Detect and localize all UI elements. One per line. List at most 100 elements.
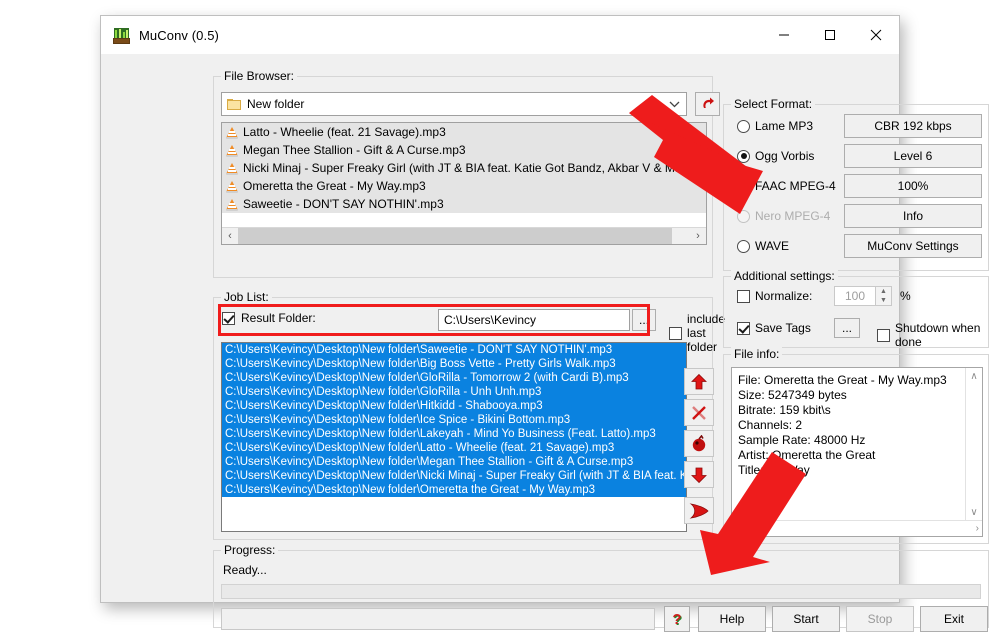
vlc-cone-icon — [226, 180, 238, 193]
bomb-icon — [692, 434, 706, 451]
scroll-up-icon[interactable]: ∧ — [966, 368, 982, 384]
file-browser-group: File Browser: New folder Latto - Wheelie… — [213, 69, 720, 278]
maximize-icon — [825, 30, 835, 40]
percent-button[interactable]: 100% — [844, 174, 982, 198]
info-button[interactable]: Info — [844, 204, 982, 228]
normalize-stepper[interactable]: ▲ ▼ — [876, 286, 892, 306]
clear-button[interactable] — [684, 430, 714, 457]
file-list-item-label: Omeretta the Great - My Way.mp3 — [243, 179, 426, 193]
format-option-wave[interactable]: WAVE — [732, 239, 789, 253]
file-browser-list[interactable]: Latto - Wheelie (feat. 21 Savage).mp3 Me… — [221, 122, 707, 245]
move-down-button[interactable] — [684, 461, 714, 488]
job-list-item[interactable]: C:\Users\Kevincy\Desktop\New folder\Nick… — [222, 469, 686, 483]
window-titlebar: MuConv (0.5) — [101, 16, 899, 55]
job-list-item[interactable]: C:\Users\Kevincy\Desktop\New folder\Mega… — [222, 455, 686, 469]
exit-button[interactable]: Exit — [920, 606, 988, 632]
save-tags-browse-button[interactable]: ... — [834, 318, 860, 338]
format-option-lame-mp3[interactable]: Lame MP3 — [732, 119, 813, 133]
scroll-left-icon[interactable]: ‹ — [222, 228, 238, 244]
normalize-checkbox[interactable] — [737, 289, 750, 303]
radio-lame-mp3[interactable] — [737, 119, 750, 133]
minimize-button[interactable] — [761, 16, 807, 54]
move-up-button[interactable] — [684, 368, 714, 395]
format-label-ogg-vorbis: Ogg Vorbis — [755, 149, 815, 163]
job-list-item[interactable]: C:\Users\Kevincy\Desktop\New folder\Omer… — [222, 483, 686, 497]
normalize-row[interactable]: Normalize: — [732, 289, 812, 303]
radio-ogg-vorbis[interactable] — [737, 149, 750, 163]
job-tools-column — [684, 368, 714, 528]
job-list-item[interactable]: C:\Users\Kevincy\Desktop\New folder\Lake… — [222, 427, 686, 441]
scroll-right-icon[interactable]: › — [976, 523, 979, 534]
scroll-down-icon[interactable]: ∨ — [966, 504, 982, 520]
progress-legend: Progress: — [221, 543, 279, 557]
scroll-right-icon[interactable]: › — [690, 228, 706, 244]
file-info-line: Sample Rate: 48000 Hz — [738, 433, 866, 447]
result-folder-highlight-box — [218, 304, 650, 336]
additional-settings-legend: Additional settings: — [731, 269, 838, 283]
include-last-folder-checkbox[interactable] — [669, 326, 682, 340]
folder-combobox[interactable]: New folder — [221, 92, 687, 116]
add-to-job-button[interactable] — [684, 497, 714, 524]
format-option-faac-mpeg4[interactable]: FAAC MPEG-4 — [732, 179, 836, 193]
radio-wave[interactable] — [737, 239, 750, 253]
format-option-ogg-vorbis[interactable]: Ogg Vorbis — [732, 149, 814, 163]
job-list-item[interactable]: C:\Users\Kevincy\Desktop\New folder\Latt… — [222, 441, 686, 455]
maximize-button[interactable] — [807, 16, 853, 54]
job-list-item[interactable]: C:\Users\Kevincy\Desktop\New folder\Sawe… — [222, 343, 686, 357]
stop-button: Stop — [846, 606, 914, 632]
help-question-button[interactable]: ? — [664, 606, 690, 632]
hscroll-track[interactable] — [238, 228, 690, 244]
file-browser-hscrollbar[interactable]: ‹ › — [222, 227, 706, 244]
desktop-background: MuConv (0.5) File Browser: New folder La… — [0, 0, 1000, 632]
stepper-down-icon[interactable]: ▼ — [876, 296, 891, 305]
muconv-settings-button[interactable]: MuConv Settings — [844, 234, 982, 258]
window-title: MuConv (0.5) — [139, 27, 219, 43]
close-icon — [870, 29, 882, 41]
shutdown-checkbox[interactable] — [877, 328, 890, 342]
job-list-legend: Job List: — [221, 290, 272, 304]
file-list-item[interactable]: Latto - Wheelie (feat. 21 Savage).mp3 — [222, 123, 706, 141]
start-button[interactable]: Start — [772, 606, 840, 632]
close-button[interactable] — [853, 16, 899, 54]
file-info-vscrollbar[interactable]: ∧ ∨ — [965, 368, 982, 520]
help-button[interactable]: Help — [698, 606, 766, 632]
job-list-selected-rows: C:\Users\Kevincy\Desktop\New folder\Sawe… — [222, 343, 686, 497]
chevron-down-icon[interactable] — [669, 93, 680, 115]
job-list-listbox[interactable]: C:\Users\Kevincy\Desktop\New folder\Sawe… — [221, 342, 687, 532]
file-browser-rows: Latto - Wheelie (feat. 21 Savage).mp3 Me… — [222, 123, 706, 213]
scroll-left-icon[interactable]: ‹ — [735, 523, 738, 534]
vlc-cone-icon — [226, 198, 238, 211]
file-list-item[interactable]: Omeretta the Great - My Way.mp3 — [222, 177, 706, 195]
file-list-item-label: Saweetie - DON'T SAY NOTHIN'.mp3 — [243, 197, 444, 211]
job-list-item[interactable]: C:\Users\Kevincy\Desktop\New folder\Ice … — [222, 413, 686, 427]
percent-label: % — [900, 289, 911, 303]
stepper-up-icon[interactable]: ▲ — [876, 287, 891, 296]
file-list-item[interactable]: Megan Thee Stallion - Gift & A Curse.mp3 — [222, 141, 706, 159]
normalize-value-input[interactable]: 100 — [834, 286, 876, 306]
file-info-textbox[interactable]: File: Omeretta the Great - My Way.mp3 Si… — [731, 367, 983, 537]
job-list-item[interactable]: C:\Users\Kevincy\Desktop\New folder\GloR… — [222, 385, 686, 399]
radio-faac-mpeg4[interactable] — [737, 179, 750, 193]
progress-status-text: Ready... — [223, 563, 267, 577]
minimize-icon — [779, 34, 789, 36]
shutdown-label: Shutdown when done — [895, 321, 981, 349]
refresh-button[interactable] — [695, 92, 720, 116]
save-tags-row[interactable]: Save Tags — [732, 321, 811, 335]
file-list-item[interactable]: Nicki Minaj - Super Freaky Girl (with JT… — [222, 159, 706, 177]
quality-level-button[interactable]: Level 6 — [844, 144, 982, 168]
job-list-item[interactable]: C:\Users\Kevincy\Desktop\New folder\Big … — [222, 357, 686, 371]
play-right-icon — [689, 502, 709, 519]
job-list-item[interactable]: C:\Users\Kevincy\Desktop\New folder\GloR… — [222, 371, 686, 385]
file-list-item[interactable]: Saweetie - DON'T SAY NOTHIN'.mp3 — [222, 195, 706, 213]
hscroll-thumb[interactable] — [238, 228, 672, 244]
file-info-group: File info: File: Omeretta the Great - My… — [723, 347, 989, 544]
file-info-hscrollbar[interactable]: ‹ › — [732, 520, 982, 536]
remove-button[interactable] — [684, 399, 714, 426]
muconv-window: MuConv (0.5) File Browser: New folder La… — [100, 15, 989, 632]
shutdown-row[interactable]: Shutdown when done — [872, 321, 988, 349]
save-tags-checkbox[interactable] — [737, 321, 750, 335]
job-list-item[interactable]: C:\Users\Kevincy\Desktop\New folder\Hitk… — [222, 399, 686, 413]
file-info-text: File: Omeretta the Great - My Way.mp3 Si… — [732, 368, 982, 483]
vlc-cone-icon — [226, 144, 238, 157]
bitrate-button[interactable]: CBR 192 kbps — [844, 114, 982, 138]
